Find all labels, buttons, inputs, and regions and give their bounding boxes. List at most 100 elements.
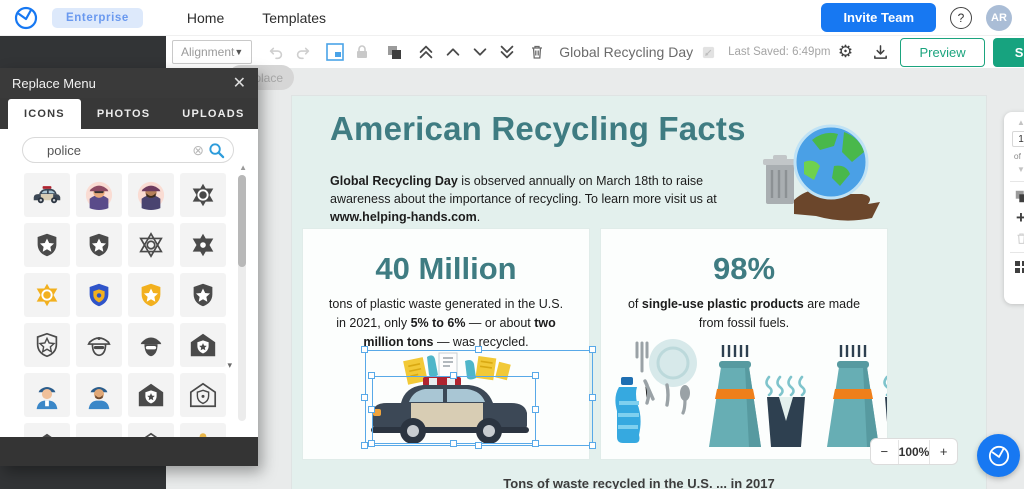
zoom-out-button[interactable]: − [871,444,898,459]
selection-handle[interactable] [532,372,539,379]
alignment-dropdown[interactable]: Alignment ▼ [172,40,253,64]
stat2-text[interactable]: of single-use plastic products are made … [621,295,867,333]
icon-result-shield-badge-star-alt[interactable] [76,223,122,267]
group-select-icon[interactable] [323,40,347,64]
tab-uploads[interactable]: UPLOADS [166,99,260,129]
nav-home[interactable]: Home [187,10,224,26]
redo-icon[interactable] [291,40,315,64]
infographic-subtitle[interactable]: Global Recycling Day is observed annuall… [330,172,760,226]
support-chat-fab[interactable] [977,434,1020,477]
page-down-icon[interactable]: ▼ [1017,165,1024,174]
top-nav: Home Templates [187,10,326,26]
selection-handle[interactable] [450,372,457,379]
selection-handle[interactable] [475,442,482,449]
invite-team-button[interactable]: Invite Team [821,3,936,32]
selection-handle[interactable] [589,346,596,353]
help-button[interactable]: ? [950,6,972,29]
selection-handle[interactable] [589,442,596,449]
infographic-footer-caption[interactable]: Tons of waste recycled in the U.S. ... i… [292,476,986,489]
zoom-in-button[interactable]: + [930,444,957,459]
selection-handle[interactable] [475,346,482,353]
send-to-back-icon[interactable] [495,40,519,64]
bring-forward-icon[interactable] [441,40,465,64]
send-backward-icon[interactable] [468,40,492,64]
icon-result-badge-six-point-dot[interactable] [180,223,226,267]
icon-result-star-six-outline[interactable] [128,223,174,267]
icon-result-shield-star-outline[interactable] [24,323,70,367]
stat2-value[interactable]: 98% [601,251,887,287]
icon-result-statue-gold[interactable] [180,423,226,437]
icon-result-station-badge[interactable] [128,373,174,417]
stat1-value[interactable]: 40 Million [303,251,589,287]
document-title[interactable]: Global Recycling Day [559,44,693,60]
icon-result-shield-badge-star[interactable] [24,223,70,267]
icon-result-police-cap[interactable] [76,423,122,437]
icon-result-police-station[interactable] [180,323,226,367]
clear-search-icon[interactable]: ⊗ [192,142,204,159]
duplicate-page-icon[interactable] [1014,189,1024,204]
infographic-title[interactable]: American Recycling Facts [330,110,746,148]
icon-result-policewoman-blue[interactable] [24,373,70,417]
duplicate-icon[interactable] [382,40,406,64]
icon-result-badge-six-point[interactable] [180,173,226,217]
icon-result-badge-gold-star[interactable] [128,273,174,317]
delete-page-icon[interactable] [1015,232,1024,245]
plastics-factory-illustration[interactable] [609,337,887,457]
search-icon[interactable] [208,142,225,159]
selection-handle[interactable] [361,394,368,401]
selection-handle[interactable] [361,346,368,353]
selection-handle[interactable] [368,406,375,413]
icon-result-station-small[interactable] [128,423,174,437]
settings-gear-icon[interactable]: ⚙ [833,40,857,64]
preview-button[interactable]: Preview [900,37,985,67]
scroll-up-icon[interactable]: ▲ [239,163,247,172]
icon-result-shield-star-dark[interactable] [180,273,226,317]
selection-handle[interactable] [532,406,539,413]
icon-result-policeman-blue[interactable] [76,373,122,417]
selection-handle[interactable] [361,442,368,449]
icon-result-officer-cap-filled[interactable] [128,323,174,367]
icon-result-station-badge-outline[interactable] [180,373,226,417]
icon-result-officer-cap-outline[interactable] [76,323,122,367]
scrollbar-track[interactable] [238,175,246,421]
icon-result-station-officer[interactable] [24,423,70,437]
selection-handle[interactable] [532,440,539,447]
selection-handle[interactable] [589,394,596,401]
subtitle-bold-2: www.helping-hands.com [330,210,477,225]
scroll-down-icon[interactable]: ▾ [227,360,232,371]
replace-menu-header: Replace Menu ✕ [0,68,258,98]
stat-card-fossil-fuels[interactable]: 98% of single-use plastic products are m… [600,228,888,460]
download-icon[interactable] [868,40,892,64]
icon-result-police-detective-avatar[interactable] [76,173,122,217]
current-page-field[interactable]: 1 [1012,131,1024,147]
page-up-icon[interactable]: ▲ [1017,118,1024,127]
nav-templates[interactable]: Templates [262,10,326,26]
globe-hand-trash-illustration[interactable] [754,122,884,224]
icon-result-sheriff-star-gold[interactable] [24,273,70,317]
venngage-logo-icon[interactable] [14,6,38,30]
canvas-page[interactable]: American Recycling Facts Global Recyclin… [292,96,986,489]
tab-icons[interactable]: ICONS [8,99,81,129]
stat-card-plastic-waste[interactable]: 40 Million tons of plastic waste generat… [302,228,590,460]
icon-result-police-shield-blue[interactable] [76,273,122,317]
share-button[interactable]: Share [992,37,1024,67]
scrollbar-thumb[interactable] [238,175,246,267]
selection-handle[interactable] [368,372,375,379]
add-page-icon[interactable]: + [1016,208,1024,228]
bring-to-front-icon[interactable] [414,40,438,64]
user-avatar[interactable]: AR [986,4,1012,31]
close-icon[interactable]: ✕ [233,73,246,93]
icon-search-input[interactable] [47,142,187,158]
page-overview-grid-icon[interactable] [1014,260,1024,274]
tab-photos[interactable]: PHOTOS [81,99,166,129]
factory-towers [709,345,806,447]
delete-icon[interactable] [525,40,549,64]
selection-handle[interactable] [368,440,375,447]
selection-handle[interactable] [450,440,457,447]
icon-result-police-car[interactable] [24,173,70,217]
lock-icon[interactable] [350,40,374,64]
rename-icon[interactable] [696,40,720,64]
stat1-text[interactable]: tons of plastic waste generated in the U… [323,295,569,351]
undo-icon[interactable] [264,40,288,64]
icon-result-police-sheriff-avatar[interactable] [128,173,174,217]
